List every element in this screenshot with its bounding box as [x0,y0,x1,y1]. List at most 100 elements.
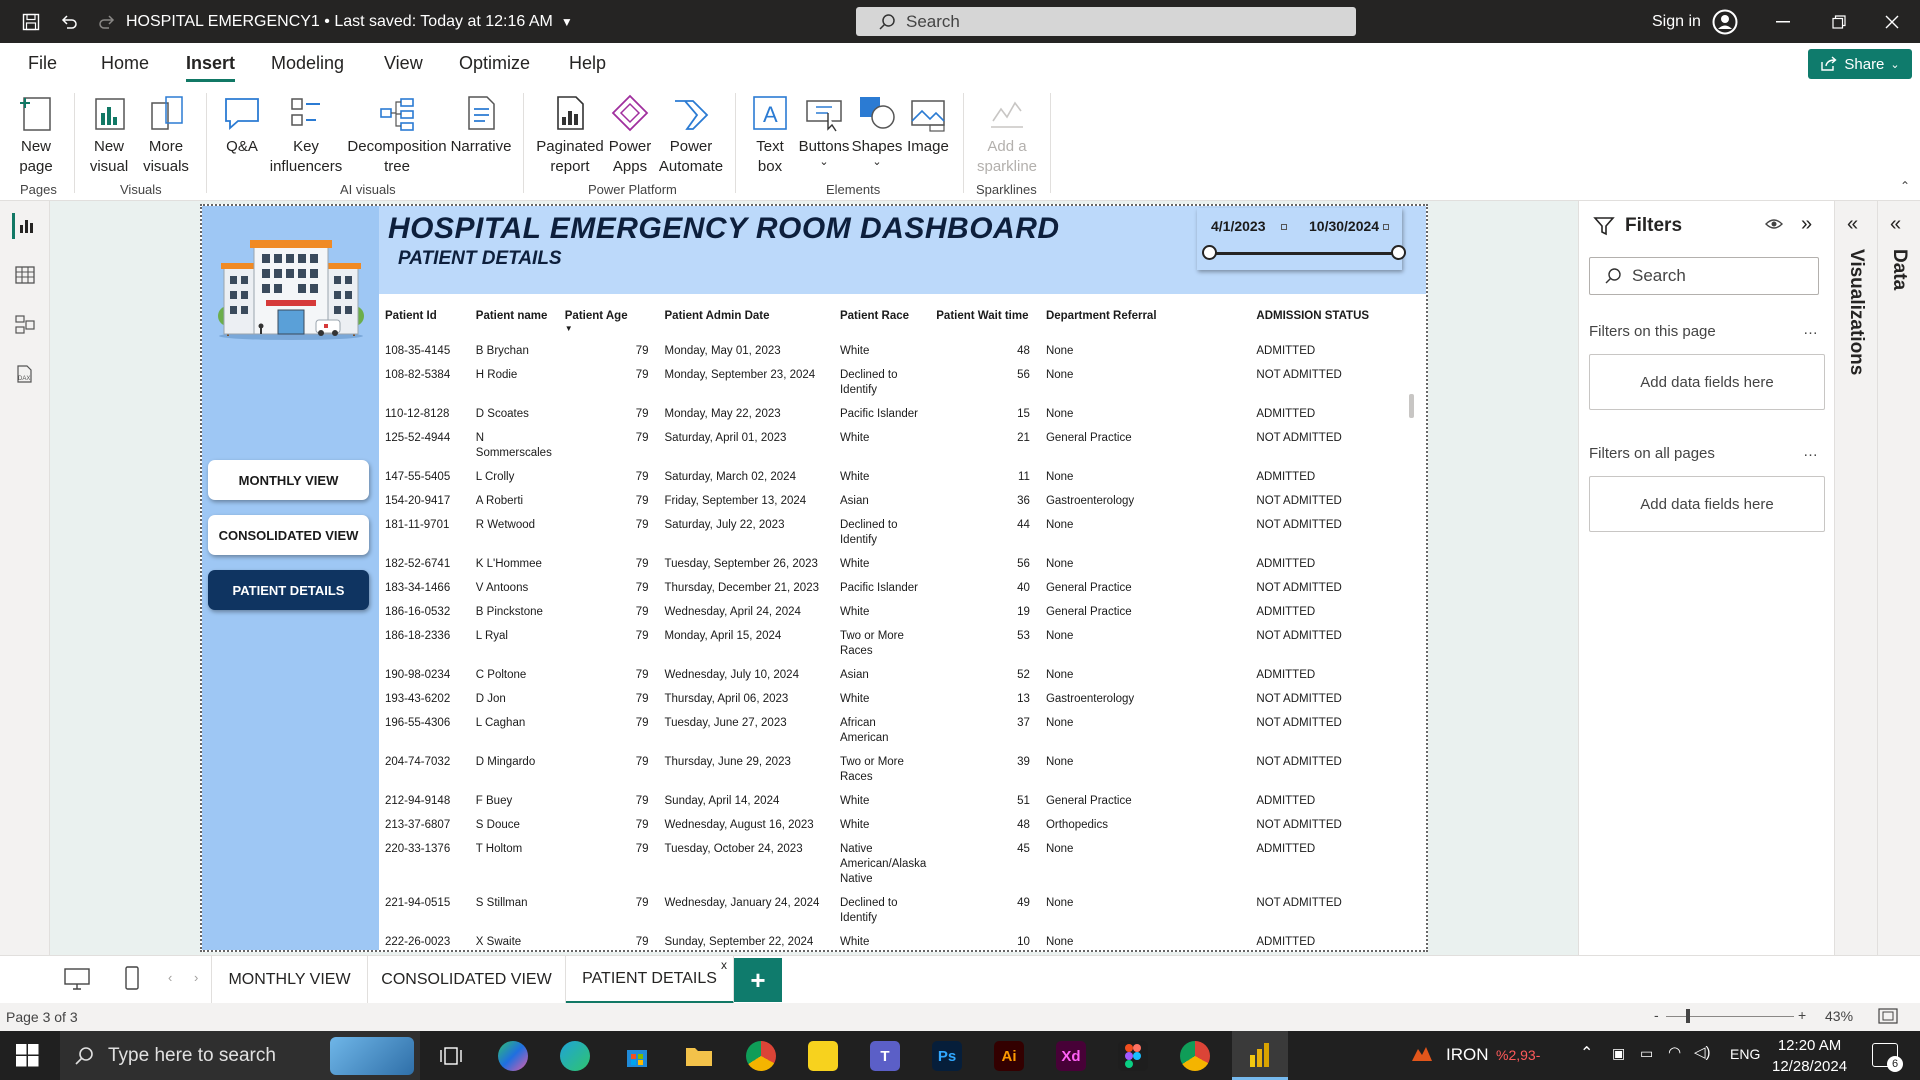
text-box-button[interactable]: A Text box [746,91,794,177]
filters-search-input[interactable]: Search [1589,257,1819,295]
calendar-icon[interactable] [1383,224,1389,230]
expand-visualizations-icon[interactable]: « [1847,213,1858,236]
table-row[interactable]: 182-52-6741 K L'Hommee 79 Tuesday, Septembe… [379,553,1414,577]
paginated-report-button[interactable]: Paginated report [534,91,606,177]
sticky-notes-icon[interactable] [808,1041,838,1071]
column-header-admission-status[interactable]: ADMISSION STATUS [1250,304,1414,340]
table-row[interactable]: 204-74-7032 D Mingardo 79 Thursday, June 29… [379,751,1414,790]
tab-view[interactable]: View [384,53,423,74]
meet-now-icon[interactable]: ▣ [1612,1045,1625,1062]
file-explorer-icon[interactable] [684,1041,714,1071]
notifications-icon[interactable]: 6 [1872,1043,1903,1072]
add-page-button[interactable]: + [734,958,782,1002]
column-header-patient-age[interactable]: Patient Age ▼ [559,304,659,340]
date-slider-track[interactable] [1209,252,1397,255]
table-row[interactable]: 108-35-4145 B Brychan 79 Monday, May 01, 20… [379,340,1414,364]
table-row[interactable]: 183-34-1466 V Antoons 79 Thursday, December… [379,577,1414,601]
input-language[interactable]: ENG [1730,1046,1760,1062]
document-title[interactable]: HOSPITAL EMERGENCY1 • Last saved: Today … [126,13,573,31]
restore-button[interactable] [1811,0,1867,43]
data-pane-label[interactable]: Data [1888,249,1910,290]
illustrator-icon[interactable]: Ai [994,1041,1024,1071]
table-row[interactable]: 222-26-0023 X Swaite 79 Sunday, September 2… [379,931,1414,950]
collapse-filters-icon[interactable]: » [1801,213,1812,236]
share-button[interactable]: Share ⌄ [1808,49,1912,79]
scroll-right-icon[interactable]: › [194,970,198,985]
mobile-layout-icon[interactable] [124,966,140,995]
table-row[interactable]: 220-33-1376 T Holtom 79 Tuesday, October 24… [379,838,1414,892]
consolidated-view-button[interactable]: CONSOLIDATED VIEW [208,515,369,555]
column-header-race[interactable]: Patient Race [834,304,930,340]
more-visuals-button[interactable]: More visuals [140,91,192,177]
task-view-icon[interactable] [436,1041,466,1071]
tab-home[interactable]: Home [101,53,149,74]
eye-icon[interactable] [1765,216,1783,237]
report-view-icon[interactable] [12,213,38,239]
visualizations-pane-label[interactable]: Visualizations [1845,249,1867,375]
wifi-icon[interactable]: ◠ [1668,1043,1681,1061]
calendar-icon[interactable] [1281,224,1287,230]
table-row[interactable]: 186-18-2336 L Ryal 79 Monday, April 15, 202… [379,625,1414,664]
microsoft-store-icon[interactable] [622,1041,652,1071]
save-icon[interactable] [16,0,46,43]
page-tab-consolidated-view[interactable]: CONSOLIDATED VIEW [368,956,566,1004]
table-scrollbar[interactable] [1409,394,1414,418]
global-search-box[interactable]: Search [856,7,1356,36]
table-row[interactable]: 221-94-0515 S Stillman 79 Wednesday, Januar… [379,892,1414,931]
desktop-layout-icon[interactable] [64,968,90,995]
tab-optimize[interactable]: Optimize [459,53,530,74]
tab-file[interactable]: File [28,53,57,74]
teams-icon[interactable]: T [870,1041,900,1071]
start-date-value[interactable]: 4/1/2023 [1211,218,1266,234]
battery-icon[interactable]: ▭ [1640,1045,1653,1062]
model-view-icon[interactable] [12,312,38,338]
table-row[interactable]: 190-98-0234 C Poltone 79 Wednesday, July 10… [379,664,1414,688]
close-tab-icon[interactable]: x [721,958,727,972]
chrome-profile-icon[interactable] [1180,1041,1210,1071]
power-automate-button[interactable]: Power Automate [658,91,724,177]
add-sparkline-button[interactable]: Add a sparkline [974,91,1040,177]
volume-icon[interactable]: ◁) [1694,1043,1711,1061]
date-slider-start-handle[interactable] [1202,245,1217,260]
buttons-button[interactable]: Buttons ⌄ [796,91,852,168]
figma-icon[interactable] [1118,1041,1148,1071]
decomposition-tree-button[interactable]: Decomposition tree [346,91,448,177]
zoom-in-button[interactable]: + [1798,1007,1806,1023]
redo-icon[interactable] [92,0,122,43]
monthly-view-button[interactable]: MONTHLY VIEW [208,460,369,500]
date-slider-end-handle[interactable] [1391,245,1406,260]
edge-browser-icon[interactable] [560,1041,590,1071]
column-header-admin-date[interactable]: Patient Admin Date [659,304,834,340]
sort-descending-icon[interactable]: ▼ [565,324,573,333]
tab-insert[interactable]: Insert [186,53,236,82]
adobe-xd-icon[interactable]: Xd [1056,1041,1086,1071]
zoom-out-button[interactable]: - [1654,1007,1659,1023]
chevron-down-icon[interactable]: ▼ [561,15,573,29]
table-row[interactable]: 213-37-6807 S Douce 79 Wednesday, August 16… [379,814,1414,838]
new-visual-button[interactable]: New visual [86,91,132,177]
shapes-button[interactable]: Shapes ⌄ [852,91,902,168]
taskbar-clock[interactable]: 12:20 AM 12/28/2024 [1772,1035,1847,1077]
image-button[interactable]: Image [904,91,952,157]
expand-data-icon[interactable]: « [1890,213,1901,236]
qa-button[interactable]: Q&A [218,91,266,157]
show-hidden-icons-chevron-icon[interactable]: ⌃ [1580,1043,1593,1063]
zoom-slider-thumb[interactable] [1686,1009,1690,1023]
visualizations-pane-collapsed[interactable]: « Visualizations [1834,201,1877,955]
copilot-icon[interactable] [498,1041,528,1071]
weather-icon[interactable] [1410,1043,1434,1070]
collapse-ribbon-icon[interactable]: ⌃ [1900,179,1910,193]
scroll-left-icon[interactable]: ‹ [168,970,172,985]
date-range-slicer[interactable]: 4/1/2023 10/30/2024 [1197,208,1406,270]
zoom-level[interactable]: 43% [1825,1008,1853,1024]
more-options-icon[interactable]: … [1803,321,1818,338]
chrome-icon[interactable] [746,1041,776,1071]
column-header-wait-time[interactable]: Patient Wait time [930,304,1040,340]
key-influencers-button[interactable]: Key influencers [270,91,342,177]
table-row[interactable]: 196-55-4306 L Caghan 79 Tuesday, June 27, 2… [379,712,1414,751]
table-row[interactable]: 154-20-9417 A Roberti 79 Friday, September … [379,490,1414,514]
table-row[interactable]: 108-82-5384 H Rodie 79 Monday, September 23… [379,364,1414,403]
page-tab-monthly-view[interactable]: MONTHLY VIEW [211,956,368,1004]
sign-in-link[interactable]: Sign in [1652,13,1701,31]
tab-help[interactable]: Help [569,53,606,74]
